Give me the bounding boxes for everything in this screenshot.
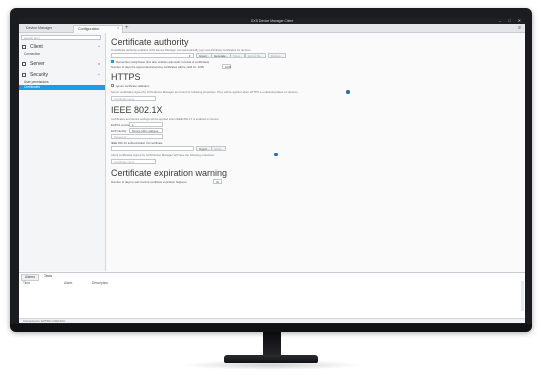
tab-tasks[interactable]: Tasks bbox=[41, 274, 55, 279]
chevron-up-icon[interactable]: ^ bbox=[98, 42, 100, 52]
monitor-chin bbox=[10, 324, 532, 332]
menu-icon[interactable]: ≡ bbox=[518, 25, 521, 32]
sidebar-item-label: Client bbox=[30, 44, 43, 50]
ca-certificate-label: IEEE 802.1X authentication CA certificat… bbox=[111, 141, 163, 145]
eap-identity-label: EAP identity: bbox=[111, 129, 127, 133]
search-input[interactable]: search term bbox=[21, 35, 101, 40]
sidebar-item-connection[interactable]: Connection bbox=[19, 52, 105, 57]
import-button[interactable]: Import... bbox=[196, 53, 213, 58]
nav-group-security: Security ^ User permissions Certificates bbox=[19, 70, 105, 90]
ieee-show-button[interactable]: Show... bbox=[211, 146, 227, 151]
eapol-version-label: EAPOL version: bbox=[111, 123, 131, 127]
status-bar: Connected to: EXTIRC-CAM-SCC bbox=[19, 318, 525, 323]
show-button[interactable]: Show... bbox=[230, 53, 246, 58]
scene: GXS Device Manager Client ‒ □ ✕ Device M… bbox=[0, 0, 541, 379]
section-title-cert-authority: Certificate authority bbox=[111, 37, 189, 47]
export-file-button[interactable]: Export file... bbox=[245, 53, 266, 58]
tab-device-manager[interactable]: Device Manager bbox=[22, 25, 56, 32]
generate-button[interactable]: Generate... bbox=[211, 53, 231, 58]
server-icon bbox=[22, 62, 26, 66]
https-certificate-name-input[interactable]: Certificate name bbox=[111, 96, 156, 101]
expiration-days-input[interactable]: 30 bbox=[213, 179, 222, 184]
ieee-client-desc: Client certificates signed by GXS Device… bbox=[111, 153, 215, 157]
main-panel: Certificate authority If certificate aut… bbox=[106, 33, 525, 271]
tab-alarms[interactable]: Alarms bbox=[21, 274, 39, 281]
chevron-down-icon[interactable]: v bbox=[98, 59, 100, 69]
nav-group-server: Server v bbox=[19, 59, 105, 69]
client-icon bbox=[22, 45, 26, 49]
chevron-up-icon[interactable]: ^ bbox=[98, 70, 100, 80]
section-title-ieee: IEEE 802.1X bbox=[111, 105, 163, 115]
eap-identity-select[interactable]: Device MAC address bbox=[129, 128, 163, 133]
sidebar: search term Client ^ Connection Server v bbox=[19, 33, 106, 271]
sidebar-item-security[interactable]: Security ^ bbox=[19, 70, 105, 80]
tab-bar: Device Manager Configuration × + ≡ bbox=[19, 24, 525, 33]
alarms-scrollbar[interactable] bbox=[521, 281, 524, 311]
cert-authority-desc: If certificate authority enabled, GXS De… bbox=[111, 48, 252, 52]
remember-passphrase-label: Remember passphrase (this also enables a… bbox=[116, 59, 210, 64]
sidebar-item-label: Server bbox=[30, 61, 45, 67]
column-alarm[interactable]: Alarm bbox=[64, 281, 72, 285]
tab-close-icon[interactable]: × bbox=[117, 25, 119, 32]
monitor-stand-foot bbox=[224, 355, 318, 363]
ieee-import-button[interactable]: Import... bbox=[196, 146, 213, 151]
info-icon[interactable] bbox=[346, 90, 350, 94]
chevron-down-icon: ▾ bbox=[189, 53, 191, 58]
column-time[interactable]: Time bbox=[23, 281, 30, 285]
backup-button[interactable]: Backup... bbox=[268, 53, 286, 58]
alarms-panel: Alarms Tasks Time Alarm Description bbox=[19, 272, 525, 323]
screen: GXS Device Manager Client ‒ □ ✕ Device M… bbox=[19, 18, 525, 323]
security-icon bbox=[22, 73, 26, 77]
ieee-ca-certificate-select[interactable] bbox=[111, 146, 194, 151]
sidebar-item-server[interactable]: Server v bbox=[19, 59, 105, 69]
column-description[interactable]: Description bbox=[92, 281, 108, 285]
info-icon[interactable] bbox=[274, 152, 278, 156]
eapol-version-select[interactable]: 2 bbox=[129, 122, 163, 127]
ieee-desc: Certificates and device settings will be… bbox=[111, 117, 220, 121]
validity-days-input[interactable]: 1095 bbox=[222, 64, 231, 69]
remember-passphrase-checkbox[interactable] bbox=[111, 60, 114, 63]
validity-label: Number of days the signed device/service… bbox=[111, 65, 204, 69]
expiration-days-label: Number of days to warn before certificat… bbox=[111, 180, 188, 184]
ignore-validation-label: Ignore certificate validation bbox=[116, 83, 150, 88]
add-tab-icon[interactable]: + bbox=[125, 24, 129, 32]
sidebar-item-label: Security bbox=[30, 72, 49, 78]
ieee-certificate-name-input[interactable]: Certificate name bbox=[111, 159, 156, 164]
tab-configuration[interactable]: Configuration bbox=[73, 25, 123, 33]
https-desc: Server certificates signed by GXS Device… bbox=[111, 90, 299, 94]
nav-group-client: Client ^ Connection bbox=[19, 42, 105, 57]
password-input[interactable]: Password bbox=[111, 134, 163, 139]
sidebar-item-client[interactable]: Client ^ bbox=[19, 42, 105, 52]
sidebar-item-certificates[interactable]: Certificates bbox=[19, 85, 105, 90]
section-title-https: HTTPS bbox=[111, 72, 141, 82]
ignore-validation-checkbox[interactable] bbox=[111, 84, 114, 87]
section-title-expiration: Certificate expiration warning bbox=[111, 168, 228, 178]
ca-certificate-select[interactable] bbox=[111, 53, 194, 58]
